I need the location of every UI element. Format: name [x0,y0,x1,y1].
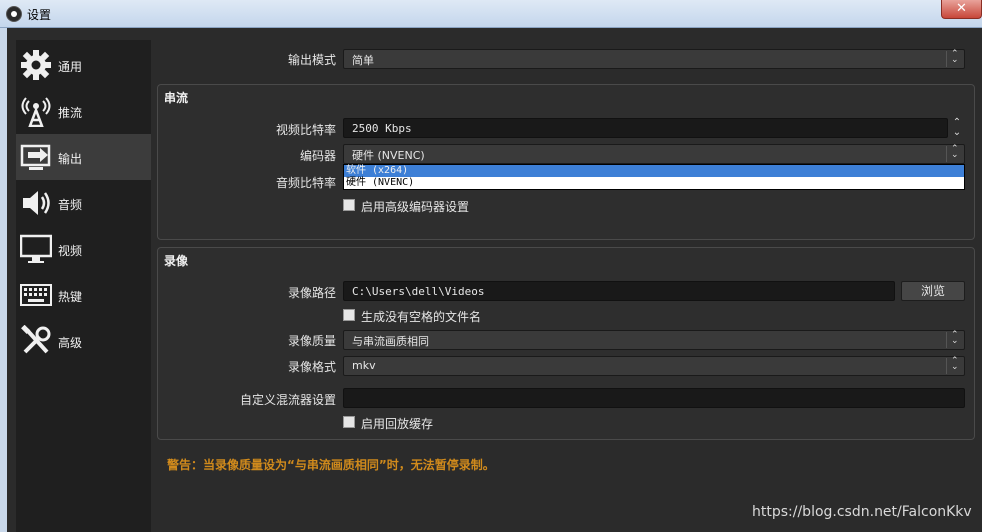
sidebar-item-label: 输出 [58,152,83,166]
chevron-updown-icon [946,49,962,67]
sidebar-item-advanced[interactable]: 高级 [16,318,151,364]
audio-bitrate-label: 音频比特率 [275,176,336,190]
no-space-filename-checkbox[interactable] [343,309,355,321]
spin-down-icon[interactable]: ⌄ [949,128,965,138]
muxer-settings-label: 自定义混流器设置 [239,393,336,407]
encoder-label: 编码器 [299,149,336,163]
obs-logo-icon [6,6,22,22]
encoder-dropdown-list: 软件 (x264) 硬件 (NVENC) [343,164,965,190]
encoder-select[interactable]: 硬件 (NVENC) [343,144,965,164]
output-mode-select[interactable]: 简单 [343,49,965,69]
warning-text: 警告：当录像质量设为“与串流画质相同”时，无法暂停录制。 [167,458,495,472]
recording-quality-value: 与串流画质相同 [352,335,429,348]
advanced-encoder-checkbox[interactable] [343,199,355,211]
encoder-value: 硬件 (NVENC) [352,149,425,162]
sidebar-item-label: 视频 [58,244,83,258]
sidebar-item-hotkeys[interactable]: 热键 [16,272,151,318]
watermark: https://blog.csdn.net/FalconKkv [752,504,972,520]
chevron-updown-icon [946,356,962,374]
recording-quality-select[interactable]: 与串流画质相同 [343,330,965,350]
monitor-icon [20,234,52,263]
speaker-icon [23,191,50,215]
streaming-group-title: 串流 [164,91,189,105]
browse-button[interactable]: 浏览 [901,281,965,301]
window-title: 设置 [27,8,52,22]
no-space-filename-label: 生成没有空格的文件名 [361,310,482,324]
sidebar-item-general[interactable]: 通用 [16,42,151,88]
recording-group-title: 录像 [164,254,189,268]
replay-buffer-label: 启用回放缓存 [361,417,434,431]
recording-path-input[interactable]: C:\Users\dell\Videos [343,281,895,301]
recording-path-label: 录像路径 [287,286,336,300]
window-border [0,28,7,532]
sidebar-item-label: 通用 [58,60,83,74]
encoder-option-nvenc[interactable]: 硬件 (NVENC) [344,177,964,189]
chevron-updown-icon [946,330,962,348]
keyboard-icon [20,284,52,306]
title-bar: 设置 ✕ [0,0,982,28]
recording-format-label: 录像格式 [287,360,336,374]
gear-icon [21,50,51,80]
advanced-encoder-label: 启用高级编码器设置 [361,200,470,214]
sidebar-item-label: 推流 [58,106,83,120]
sidebar-item-output[interactable]: 输出 [16,134,151,180]
video-bitrate-label: 视频比特率 [275,123,336,137]
sidebar-item-stream[interactable]: 推流 [16,88,151,134]
video-bitrate-stepper[interactable]: ⌃ ⌄ [949,118,965,138]
output-mode-label: 输出模式 [287,53,336,67]
recording-format-value: mkv [352,359,376,372]
replay-buffer-checkbox[interactable] [343,416,355,428]
sidebar-item-label: 热键 [58,290,83,304]
chevron-updown-icon [946,144,962,162]
broadcast-icon [21,97,51,127]
tools-icon [21,325,51,354]
encoder-option-x264[interactable]: 软件 (x264) [344,165,964,177]
sidebar: 通用 推流 输出 音频 视频 热键 高级 [16,40,151,532]
recording-quality-label: 录像质量 [287,334,336,348]
output-icon [20,144,51,170]
video-bitrate-input[interactable]: 2500 Kbps [343,118,948,138]
sidebar-item-label: 高级 [58,336,83,350]
close-button[interactable]: ✕ [941,0,982,19]
sidebar-item-label: 音频 [58,198,83,212]
sidebar-item-audio[interactable]: 音频 [16,180,151,226]
output-mode-value: 简单 [352,54,374,67]
sidebar-item-video[interactable]: 视频 [16,226,151,272]
recording-format-select[interactable]: mkv [343,356,965,376]
muxer-settings-input[interactable] [343,388,965,408]
